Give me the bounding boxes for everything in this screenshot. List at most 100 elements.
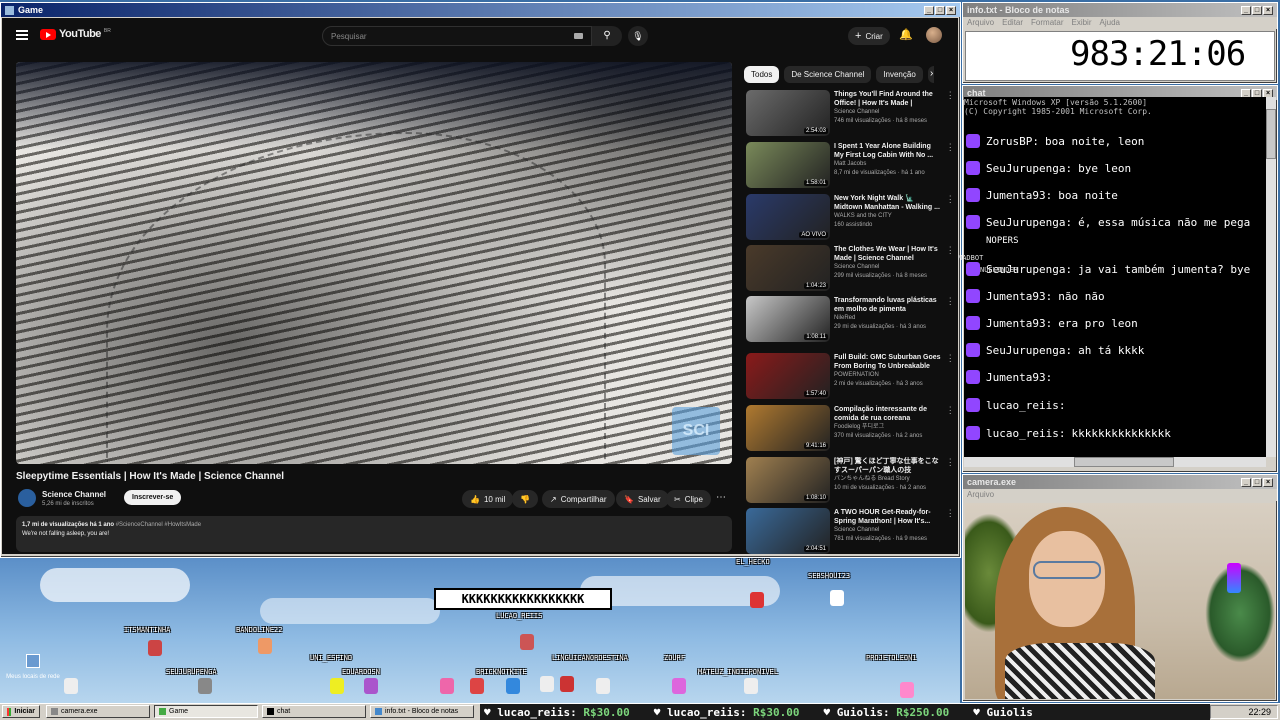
close-button[interactable]: × — [1263, 5, 1273, 15]
create-button[interactable]: + Criar — [848, 27, 890, 45]
video-player[interactable]: SCI — [16, 62, 732, 464]
recommendation-channel[interactable]: Matt Jacobs — [834, 160, 941, 169]
like-button[interactable]: 👍 10 mil — [462, 490, 514, 508]
more-options-icon[interactable]: ⋮ — [945, 508, 956, 556]
minimize-button[interactable]: _ — [1241, 477, 1251, 487]
recommendation-item[interactable]: 1:57:40 Full Build: GMC Suburban Goes Fro… — [746, 353, 956, 401]
recommendation-channel[interactable]: Science Channel — [834, 526, 941, 535]
camera-titlebar[interactable]: camera.exe _ □ × — [963, 475, 1277, 489]
chat-hscrollbar[interactable] — [964, 457, 1266, 467]
tray-clock[interactable]: 22:29 — [1248, 707, 1271, 717]
more-options-icon[interactable]: ⋮ — [945, 142, 956, 190]
video-thumbnail[interactable]: 1:04:23 — [746, 245, 830, 291]
recommendation-channel[interactable]: Science Channel — [834, 263, 941, 272]
video-thumbnail[interactable]: 1:08:11 — [746, 296, 830, 342]
menu-edit[interactable]: Editar — [1002, 18, 1023, 28]
maximize-button[interactable]: □ — [935, 5, 945, 15]
recommendation-title[interactable]: Transformando luvas plásticas em molho d… — [834, 296, 941, 314]
video-thumbnail[interactable]: 9:41:16 — [746, 405, 830, 451]
menu-icon[interactable] — [16, 30, 28, 40]
share-button[interactable]: ↗ Compartilhar — [542, 490, 615, 508]
subscribe-button[interactable]: Inscrever-se — [124, 490, 182, 505]
chip-all[interactable]: Todos — [744, 66, 780, 83]
notepad-titlebar[interactable]: info.txt - Bloco de notas _ □ × — [963, 3, 1277, 17]
menu-help[interactable]: Ajuda — [1100, 18, 1120, 28]
dislike-button[interactable]: 👎 — [512, 490, 538, 508]
chip-from-channel[interactable]: De Science Channel — [784, 66, 872, 83]
recommendation-item[interactable]: 2:04:51 A TWO HOUR Get-Ready-for-Spring M… — [746, 508, 956, 556]
menu-file[interactable]: Arquivo — [967, 490, 994, 500]
video-thumbnail[interactable]: 2:54:03 — [746, 90, 830, 136]
plus-icon: + — [855, 30, 862, 42]
video-thumbnail[interactable]: 1:08:10 — [746, 457, 830, 503]
recommendation-title[interactable]: Full Build: GMC Suburban Goes From Borin… — [834, 353, 941, 371]
hashtags[interactable]: #ScienceChannel #HowItsMade — [116, 522, 201, 528]
description-box[interactable]: 1,7 mi de visualizações há 1 ano #Scienc… — [16, 516, 732, 552]
network-places-icon[interactable] — [26, 654, 40, 668]
start-button[interactable]: Iniciar — [2, 705, 40, 718]
game-window-titlebar[interactable]: Game _ □ × — [1, 3, 960, 17]
save-button[interactable]: 🔖 Salvar — [616, 490, 669, 508]
more-options-icon[interactable]: ⋮ — [945, 405, 956, 453]
recommendation-title[interactable]: A TWO HOUR Get-Ready-for-Spring Marathon… — [834, 508, 941, 526]
notepad-textarea[interactable]: 983:21:06 — [965, 31, 1275, 81]
voice-search-button[interactable]: 🎙 — [628, 26, 648, 46]
recommendation-item[interactable]: 9:41:16 Compilação interessante de comida… — [746, 405, 956, 453]
more-options-icon[interactable]: ⋮ — [945, 296, 956, 344]
avatar[interactable] — [926, 27, 942, 43]
recommendation-channel[interactable]: POWERNATION — [834, 371, 941, 380]
recommendation-item[interactable]: 1:04:23 The Clothes We Wear | How It's Ma… — [746, 245, 956, 293]
more-actions-icon[interactable]: ⋯ — [716, 492, 726, 503]
maximize-button[interactable]: □ — [1252, 477, 1262, 487]
minimize-button[interactable]: _ — [1241, 5, 1251, 15]
recommendation-channel[interactable]: WALKS and the CITY — [834, 212, 941, 221]
recommendation-channel[interactable]: Science Channel — [834, 108, 941, 117]
chip-invention[interactable]: Invenção — [876, 66, 923, 83]
recommendation-title[interactable]: The Clothes We Wear | How It's Made | Sc… — [834, 245, 941, 263]
search-button[interactable]: ⚲ — [592, 26, 622, 46]
maximize-button[interactable]: □ — [1252, 5, 1262, 15]
close-button[interactable]: × — [946, 5, 956, 15]
recommendation-item[interactable]: 2:54:03 Things You'll Find Around the Off… — [746, 90, 956, 138]
taskbar-button-camera[interactable]: camera.exe — [46, 705, 150, 718]
keyboard-icon[interactable] — [574, 33, 583, 39]
recommendation-title[interactable]: New York Night Walk 🗽 Midtown Manhattan … — [834, 194, 941, 212]
recommendation-channel[interactable]: NileRed — [834, 314, 941, 323]
recommendation-title[interactable]: [神戸] 驚くほど丁寧な仕事をこなすスーパーパン職人の技 — [834, 457, 941, 475]
video-thumbnail[interactable]: AO VIVO — [746, 194, 830, 240]
menu-format[interactable]: Formatar — [1031, 18, 1063, 28]
taskbar-button-game[interactable]: Game — [154, 705, 258, 718]
taskbar-button-chat[interactable]: chat — [262, 705, 366, 718]
recommendation-title[interactable]: I Spent 1 Year Alone Building My First L… — [834, 142, 941, 160]
recommendation-channel[interactable]: パンちゃんねる Bread Story — [834, 475, 941, 484]
more-options-icon[interactable]: ⋮ — [945, 245, 956, 293]
recommendation-channel[interactable]: Foodielog 푸디로그 — [834, 423, 941, 432]
recommendation-title[interactable]: Things You'll Find Around the Office! | … — [834, 90, 941, 108]
notifications-bell-icon[interactable]: 🔔 — [899, 28, 913, 41]
search-input[interactable]: Pesquisar — [322, 26, 592, 46]
chevron-right-icon[interactable]: › — [930, 68, 933, 79]
menu-view[interactable]: Exibir — [1071, 18, 1091, 28]
youtube-logo[interactable]: YouTube BR — [40, 28, 111, 40]
more-options-icon[interactable]: ⋮ — [945, 353, 956, 401]
taskbar-button-notepad[interactable]: info.txt - Bloco de notas — [370, 705, 474, 718]
menu-file[interactable]: Arquivo — [967, 18, 994, 28]
recommendation-item[interactable]: AO VIVO New York Night Walk 🗽 Midtown Man… — [746, 194, 956, 242]
player-username: BRICKNOTKITE — [476, 668, 527, 676]
channel-avatar[interactable] — [18, 489, 36, 507]
recommendation-title[interactable]: Compilação interessante de comida de rua… — [834, 405, 941, 423]
video-thumbnail[interactable]: 1:57:40 — [746, 353, 830, 399]
recommendation-item[interactable]: 1:58:01 I Spent 1 Year Alone Building My … — [746, 142, 956, 190]
recommendation-item[interactable]: 1:08:11 Transformando luvas plásticas em … — [746, 296, 956, 344]
close-button[interactable]: × — [1263, 477, 1273, 487]
channel-name[interactable]: Science Channel — [42, 490, 106, 499]
more-options-icon[interactable]: ⋮ — [945, 457, 956, 505]
video-thumbnail[interactable]: 2:04:51 — [746, 508, 830, 554]
chat-scrollbar[interactable] — [1266, 97, 1276, 457]
more-options-icon[interactable]: ⋮ — [945, 194, 956, 242]
minimize-button[interactable]: _ — [924, 5, 934, 15]
recommendation-item[interactable]: 1:08:10 [神戸] 驚くほど丁寧な仕事をこなすスーパーパン職人の技 パンちゃん… — [746, 457, 956, 505]
video-thumbnail[interactable]: 1:58:01 — [746, 142, 830, 188]
clip-button[interactable]: ✂ Clipe — [666, 490, 711, 508]
more-options-icon[interactable]: ⋮ — [945, 90, 956, 138]
